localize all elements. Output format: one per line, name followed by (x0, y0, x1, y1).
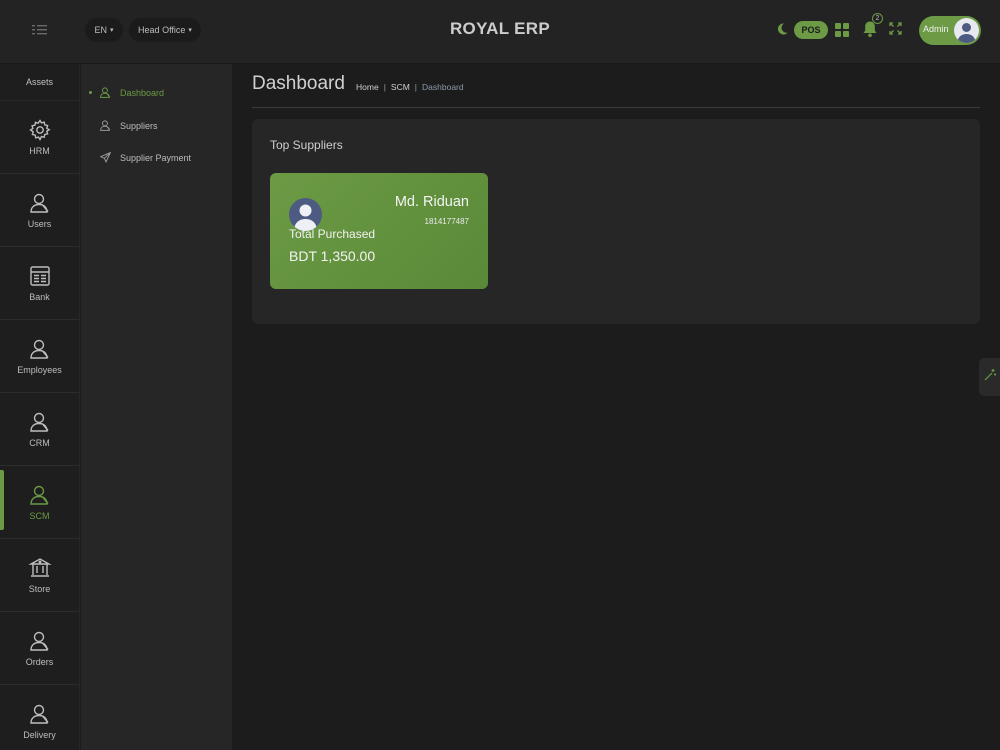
user-icon (100, 120, 111, 131)
breadcrumb-separator: | (383, 82, 386, 92)
top-bar: EN ▾ Head Office ▾ ROYAL ERP POS 2 Admin (0, 0, 1000, 64)
rail-item-label: Users (27, 219, 52, 229)
branch-value: Head Office (138, 25, 186, 35)
scm-subnav: Dashboard Suppliers Supplier Payment (81, 64, 232, 750)
rail-item-label: HRM (29, 146, 50, 156)
caret-down-icon: ▾ (188, 27, 192, 34)
apps-grid-icon[interactable] (835, 23, 849, 37)
send-icon (100, 152, 111, 163)
rail-item-label: Orders (25, 657, 54, 667)
active-dot (89, 91, 92, 94)
panel-title: Top Suppliers (270, 138, 343, 152)
breadcrumb-scm[interactable]: SCM (391, 82, 410, 92)
main-content: Dashboard Home | SCM | Dashboard Top Sup… (232, 64, 1000, 750)
total-purchased-amount: BDT 1,350.00 (289, 248, 376, 264)
subnav-item-label: Dashboard (120, 88, 165, 98)
rail-item-hrm[interactable]: HRM (0, 101, 79, 174)
magic-wand-icon (984, 369, 996, 381)
customizer-toggle[interactable] (979, 358, 1000, 396)
supplier-name: Md. Riduan (394, 194, 469, 210)
user-icon (100, 87, 111, 98)
gear-icon (28, 119, 51, 141)
language-dropdown[interactable]: EN ▾ (85, 18, 123, 42)
breadcrumb-current: Dashboard (422, 82, 464, 92)
rail-item-employees[interactable]: Employees (0, 320, 79, 393)
header-divider (252, 107, 980, 108)
rail-item-label: Delivery (23, 730, 56, 740)
moon-icon[interactable] (775, 22, 789, 36)
notification-badge: 2 (872, 13, 883, 24)
rail-item-orders[interactable]: Orders (0, 612, 79, 685)
language-value: EN (94, 25, 107, 35)
subnav-item-supplier-payment[interactable]: Supplier Payment (81, 147, 232, 169)
rail-item-label: SCM (29, 511, 50, 521)
admin-profile-button[interactable]: Admin (919, 16, 981, 45)
admin-label: Admin (923, 24, 949, 34)
branch-dropdown[interactable]: Head Office ▾ (129, 18, 201, 42)
subnav-item-suppliers[interactable]: Suppliers (81, 115, 232, 137)
module-rail: Assets HRM Users Bank Employees CRM SCM … (0, 64, 80, 750)
user-avatar-icon (957, 23, 976, 43)
top-suppliers-panel: Top Suppliers Md. Riduan 1814177487 Tota… (252, 119, 980, 324)
subnav-item-label: Supplier Payment (120, 153, 192, 163)
user-icon (29, 704, 49, 724)
rail-item-label: Employees (17, 365, 62, 375)
building-icon (27, 558, 52, 577)
rail-item-assets[interactable]: Assets (0, 64, 79, 101)
ledger-icon (29, 266, 50, 286)
breadcrumb-separator: | (414, 82, 418, 92)
user-icon (29, 193, 49, 213)
menu-toggle-icon[interactable] (30, 22, 50, 38)
user-icon (29, 631, 49, 651)
breadcrumb: Home | SCM | Dashboard (356, 82, 464, 92)
total-purchased-label: Total Purchased (289, 227, 376, 241)
avatar (954, 18, 979, 43)
supplier-card[interactable]: Md. Riduan 1814177487 Total Purchased BD… (270, 173, 488, 289)
subnav-item-dashboard[interactable]: Dashboard (81, 82, 232, 104)
rail-item-label: Store (28, 584, 51, 594)
pos-button[interactable]: POS (794, 21, 828, 39)
fullscreen-icon[interactable] (889, 22, 902, 35)
page-title: Dashboard (252, 73, 345, 94)
breadcrumb-home[interactable]: Home (356, 82, 379, 92)
rail-item-scm[interactable]: SCM (0, 466, 79, 539)
supplier-phone: 1814177487 (424, 217, 470, 226)
user-icon (29, 412, 49, 432)
rail-item-bank[interactable]: Bank (0, 247, 79, 320)
caret-down-icon: ▾ (110, 27, 114, 34)
rail-item-users[interactable]: Users (0, 174, 79, 247)
rail-item-store[interactable]: Store (0, 539, 79, 612)
user-icon (29, 485, 49, 505)
rail-item-label: Bank (29, 292, 50, 302)
rail-item-delivery[interactable]: Delivery (0, 685, 79, 750)
rail-item-label: CRM (29, 438, 50, 448)
user-icon (29, 339, 49, 359)
subnav-item-label: Suppliers (120, 121, 158, 131)
rail-item-crm[interactable]: CRM (0, 393, 79, 466)
